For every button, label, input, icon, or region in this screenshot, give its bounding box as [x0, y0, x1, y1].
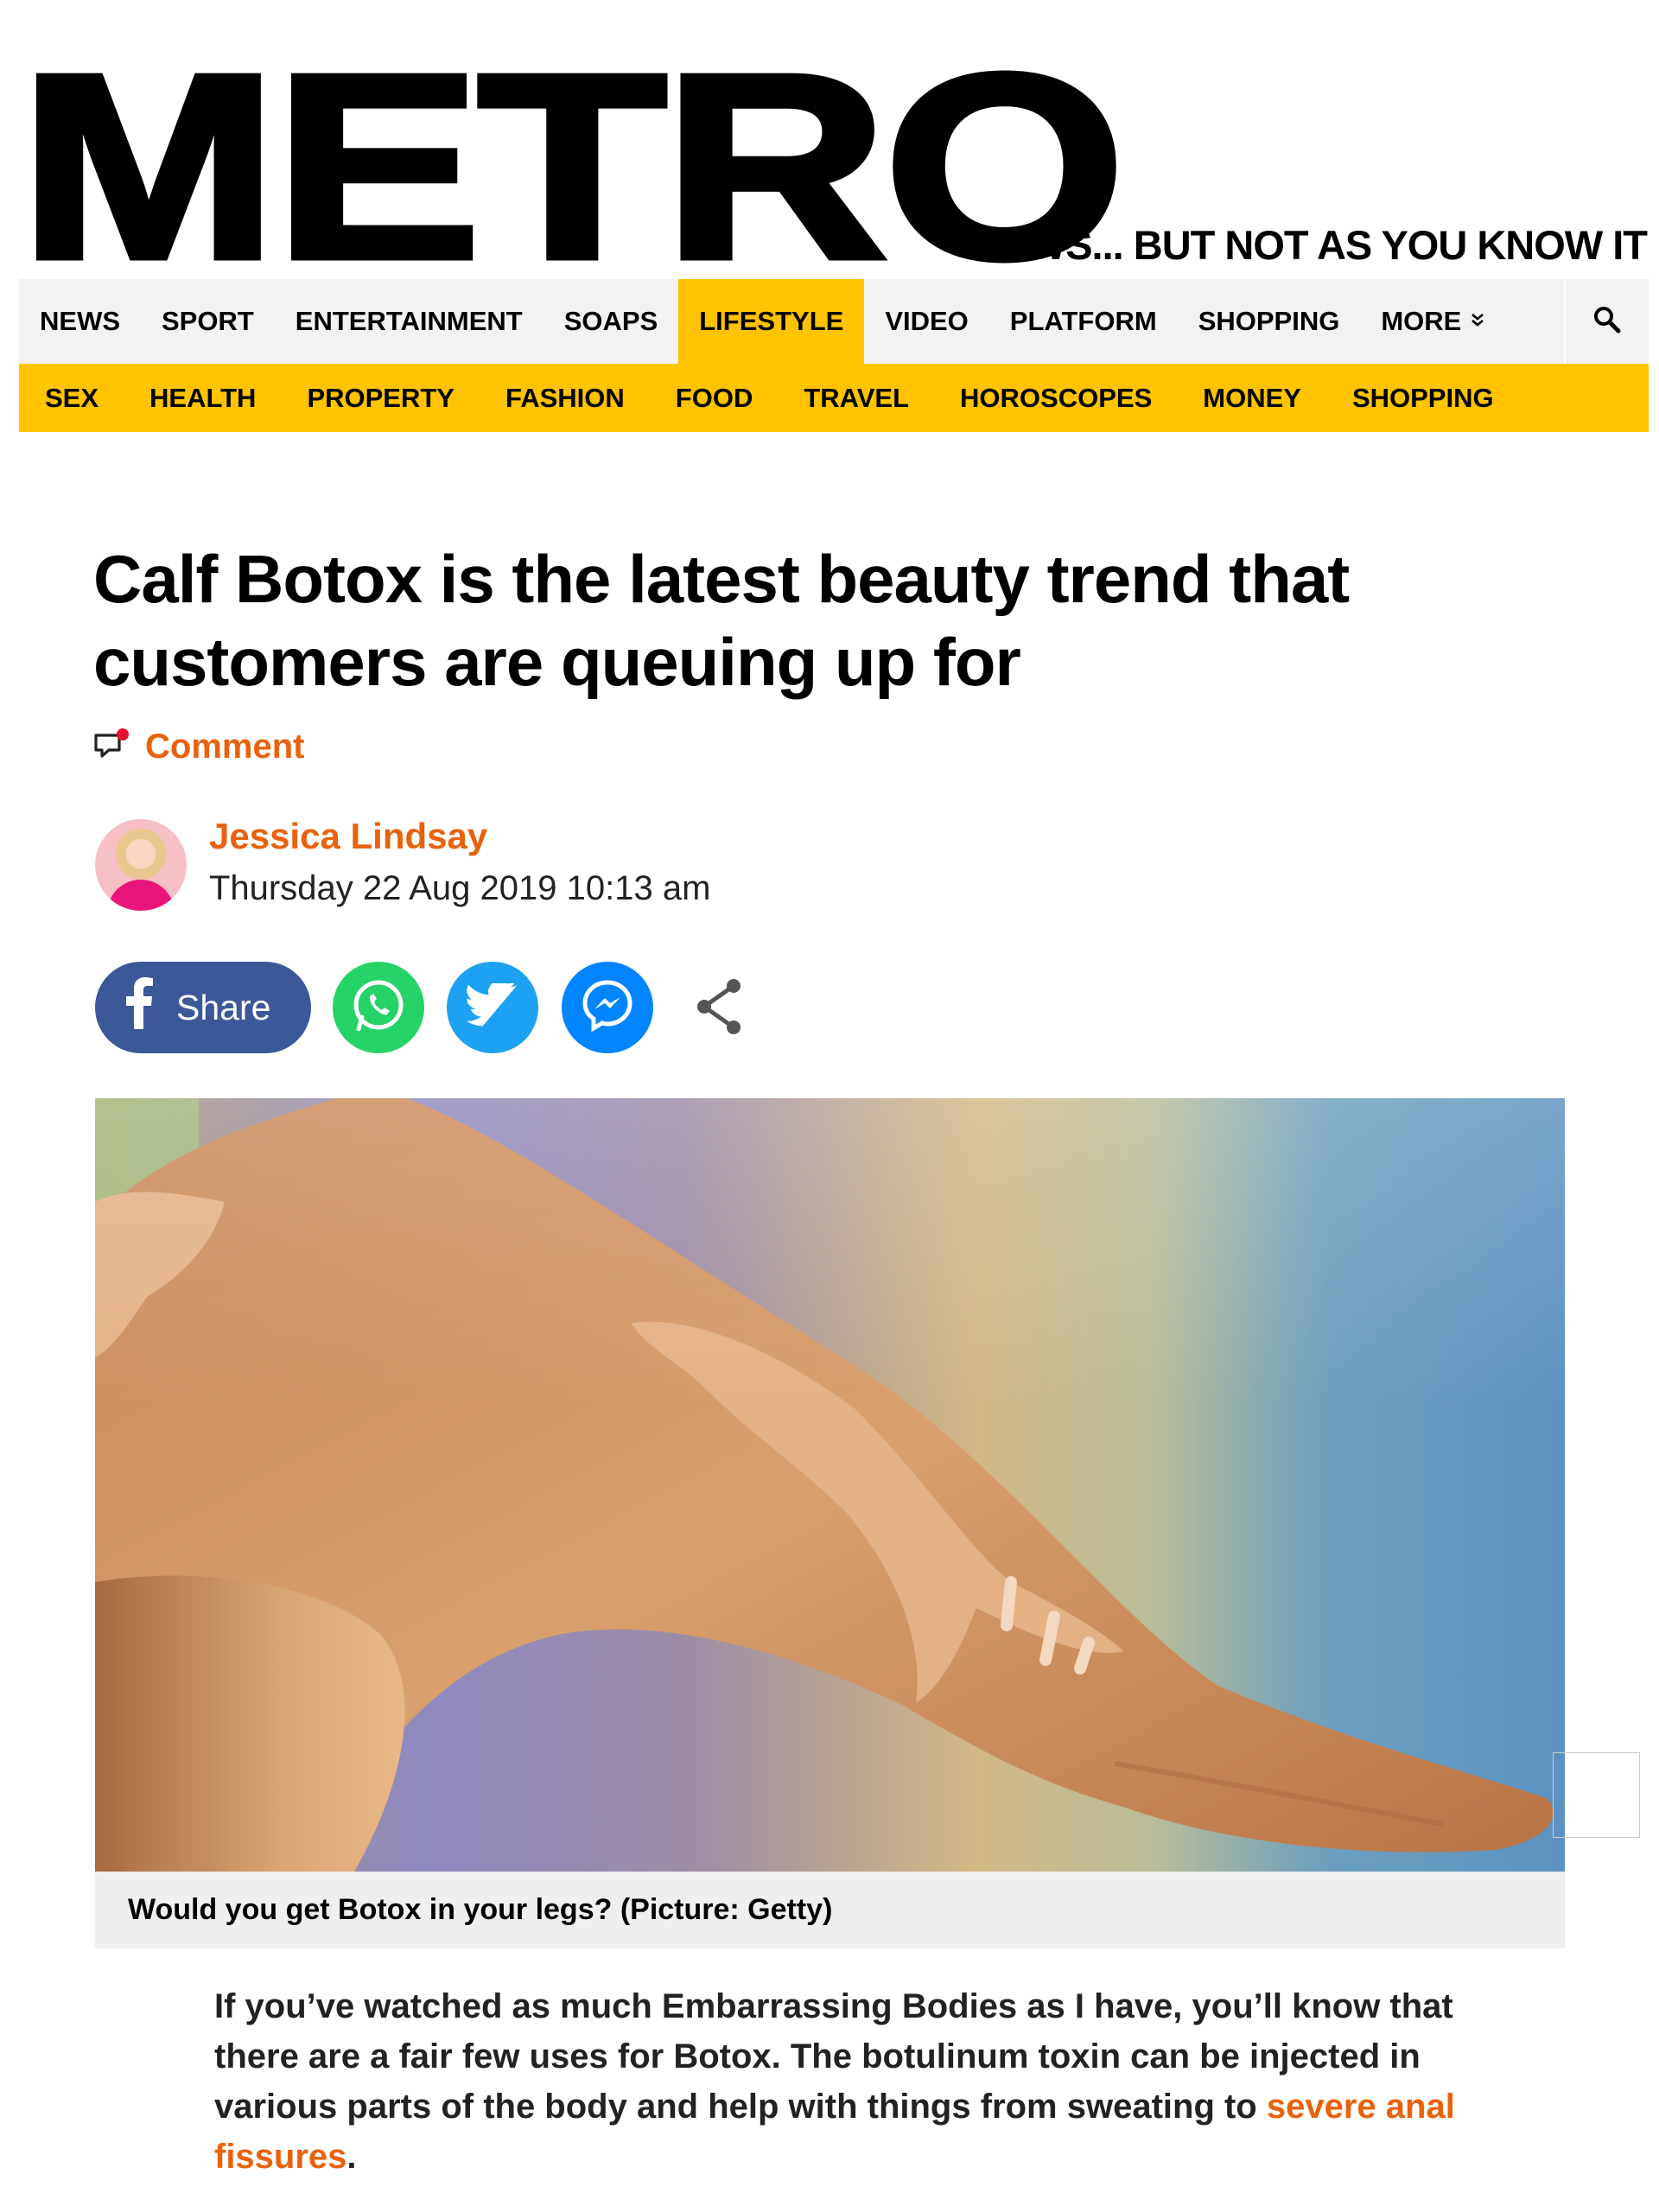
- nav-item-news[interactable]: NEWS: [19, 279, 141, 364]
- subnav-item-food[interactable]: FOOD: [676, 383, 753, 414]
- nav-more-label: MORE: [1381, 306, 1462, 336]
- share-icon: [694, 976, 746, 1041]
- nav-item-platform[interactable]: PLATFORM: [989, 279, 1178, 364]
- comment-icon: [93, 728, 131, 766]
- nav-item-entertainment[interactable]: ENTERTAINMENT: [275, 279, 543, 364]
- nav-item-video[interactable]: VIDEO: [864, 279, 988, 364]
- intro-end: .: [346, 2138, 357, 2176]
- twitter-share-button[interactable]: [447, 962, 538, 1053]
- subnav-item-health[interactable]: HEALTH: [149, 383, 256, 414]
- share-label: Share: [176, 987, 271, 1027]
- facebook-icon: [124, 977, 154, 1038]
- whatsapp-icon: [350, 977, 407, 1039]
- messenger-icon: [580, 978, 635, 1038]
- article-headline: Calf Botox is the latest beauty trend th…: [93, 541, 1350, 700]
- whatsapp-share-button[interactable]: [333, 962, 424, 1053]
- facebook-share-button[interactable]: Share: [95, 962, 311, 1053]
- twitter-icon: [466, 980, 519, 1033]
- metro-logo[interactable]: METRO: [16, 32, 1129, 302]
- chevron-down-icon: [1470, 312, 1485, 331]
- tagline: NEWS... BUT NOT AS YOU KNOW IT: [973, 222, 1648, 268]
- nav-item-soaps[interactable]: SOAPS: [543, 279, 679, 364]
- search-button[interactable]: [1564, 279, 1649, 364]
- subnav-item-property[interactable]: PROPERTY: [307, 383, 454, 414]
- subnav-item-money[interactable]: MONEY: [1203, 383, 1301, 414]
- messenger-share-button[interactable]: [562, 962, 653, 1053]
- author-avatar[interactable]: [95, 819, 187, 911]
- nav-item-lifestyle[interactable]: LIFESTYLE: [678, 279, 865, 364]
- floating-widget-frame[interactable]: [1553, 1752, 1640, 1838]
- article-hero-image: [95, 1098, 1565, 1872]
- main-nav: NEWS SPORT ENTERTAINMENT SOAPS LIFESTYLE…: [19, 279, 1649, 364]
- search-icon: [1592, 304, 1623, 340]
- share-button[interactable]: [690, 975, 750, 1042]
- author-name[interactable]: Jessica Lindsay: [209, 816, 487, 857]
- subnav-item-sex[interactable]: SEX: [45, 383, 99, 414]
- nav-more-button[interactable]: MORE: [1360, 279, 1506, 364]
- publish-date: Thursday 22 Aug 2019 10:13 am: [209, 869, 711, 907]
- subnav-item-horoscopes[interactable]: HOROSCOPES: [960, 383, 1152, 414]
- nav-item-sport[interactable]: SPORT: [141, 279, 275, 364]
- image-caption: Would you get Botox in your legs? (Pictu…: [95, 1872, 1565, 1948]
- image-highlight: [95, 1098, 1565, 1872]
- sub-nav: SEX HEALTH PROPERTY FASHION FOOD TRAVEL …: [19, 364, 1649, 432]
- subnav-item-travel[interactable]: TRAVEL: [804, 383, 909, 414]
- comment-label: Comment: [145, 728, 305, 766]
- subnav-item-fashion[interactable]: FASHION: [505, 383, 625, 414]
- article-intro: If you’ve watched as much Embarrassing B…: [214, 1981, 1476, 2182]
- subnav-item-shopping[interactable]: SHOPPING: [1352, 383, 1494, 414]
- avatar-figure: [107, 880, 175, 911]
- comment-link[interactable]: Comment: [93, 728, 304, 766]
- nav-item-shopping[interactable]: SHOPPING: [1178, 279, 1361, 364]
